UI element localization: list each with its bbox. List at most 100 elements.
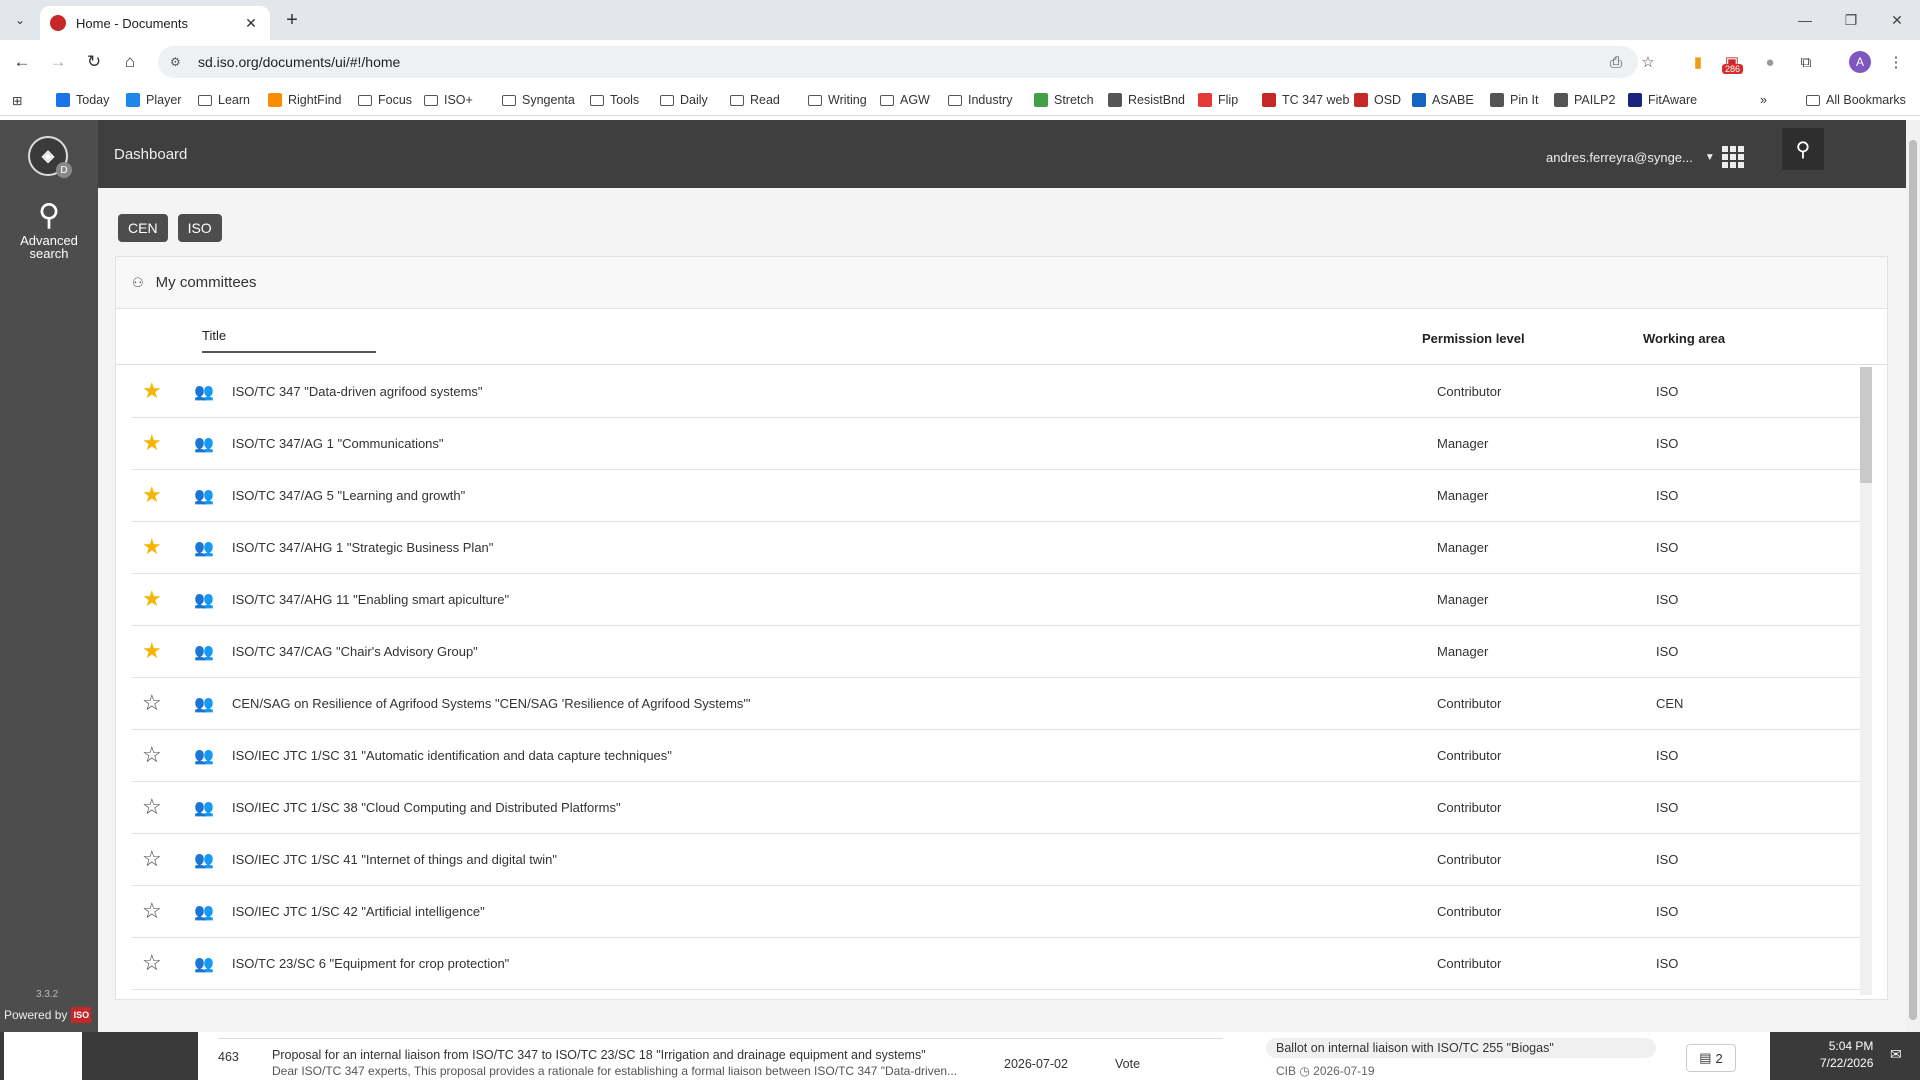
star-filled-icon[interactable]: ★ [142, 639, 162, 663]
bookmark-stretch[interactable]: Stretch [1034, 91, 1094, 109]
bookmark-pin-it[interactable]: Pin It [1490, 91, 1539, 109]
committee-title[interactable]: ISO/TC 347/AG 5 "Learning and growth" [232, 488, 465, 503]
star-filled-icon[interactable]: ★ [142, 587, 162, 611]
system-clock[interactable]: 5:04 PM 7/22/2026 [1820, 1038, 1873, 1072]
bookmark-rightfind[interactable]: RightFind [268, 91, 342, 109]
reload-icon[interactable]: ↻ [82, 50, 106, 74]
bookmark-asabe[interactable]: ASABE [1412, 91, 1474, 109]
committee-row[interactable]: ☆ 👥 ISO/IEC JTC 1/SC 38 "Cloud Computing a… [132, 782, 1872, 834]
star-outline-icon[interactable]: ☆ [142, 795, 162, 819]
star-filled-icon[interactable]: ★ [142, 379, 162, 403]
committee-title[interactable]: ISO/IEC JTC 1/SC 41 "Internet of things … [232, 852, 557, 867]
site-info-icon[interactable]: ⚙ [170, 55, 186, 69]
committee-row[interactable]: ★ 👥 ISO/TC 347 "Data-driven agrifood syste… [132, 366, 1872, 418]
ballot-documents-button[interactable]: ▤ 2 [1686, 1044, 1736, 1072]
committee-title[interactable]: ISO/IEC JTC 1/SC 38 "Cloud Computing and… [232, 800, 621, 815]
bookmark-writing[interactable]: Writing [808, 91, 867, 109]
notification-icon[interactable]: ✉ [1890, 1046, 1902, 1063]
ballot-card[interactable]: Ballot on internal liaison with ISO/TC 2… [1250, 1032, 1770, 1080]
filter-chip-iso[interactable]: ISO [177, 214, 222, 242]
powered-by[interactable]: Powered by ISO [4, 1007, 92, 1023]
committee-title[interactable]: ISO/IEC JTC 1/SC 31 "Automatic identific… [232, 748, 672, 763]
bookmark-tc-347-web[interactable]: TC 347 web [1262, 91, 1349, 109]
apps-grid-icon[interactable] [1722, 146, 1744, 168]
recent-item-card[interactable]: 463 Proposal for an internal liaison fro… [198, 1032, 1250, 1080]
column-header-working-area[interactable]: Working area [1643, 331, 1725, 346]
more-bookmarks-chevron-icon[interactable]: » [1760, 91, 1767, 109]
committee-title[interactable]: CEN/SAG on Resilience of Agrifood System… [232, 696, 751, 711]
committee-row[interactable]: ★ 👥 ISO/TC 347/AHG 11 "Enabling smart apic… [132, 574, 1872, 626]
bookmark-focus[interactable]: Focus [358, 91, 412, 109]
committee-title[interactable]: ISO/IEC JTC 1/SC 42 "Artificial intellig… [232, 904, 485, 919]
committee-row[interactable]: ★ 👥 ISO/TC 347/AG 1 "Communications" Manage… [132, 418, 1872, 470]
committee-row[interactable]: ☆ 👥 ISO/IEC JTC 1/SC 42 "Artificial intell… [132, 886, 1872, 938]
home-icon[interactable]: ⌂ [118, 50, 142, 74]
bookmark-agw[interactable]: AGW [880, 91, 930, 109]
back-arrow-icon[interactable]: ← [10, 50, 34, 74]
bookmark-osd[interactable]: OSD [1354, 91, 1401, 109]
bookmark-resistbnd[interactable]: ResistBnd [1108, 91, 1185, 109]
browser-tab-active[interactable]: Home - Documents ✕ [40, 6, 270, 40]
star-filled-icon[interactable]: ★ [142, 535, 162, 559]
bookmark-today[interactable]: Today [56, 91, 109, 109]
table-scrollbar-thumb[interactable] [1860, 367, 1872, 483]
advanced-search-button[interactable]: ⚲ Advanced search [0, 198, 98, 260]
all-bookmarks[interactable]: All Bookmarks [1806, 91, 1906, 109]
committee-title[interactable]: ISO/TC 347 "Data-driven agrifood systems… [232, 384, 483, 399]
committee-row[interactable]: ★ 👥 ISO/TC 347/AG 5 "Learning and growth" M… [132, 470, 1872, 522]
star-outline-icon[interactable]: ☆ [142, 899, 162, 923]
star-outline-icon[interactable]: ☆ [142, 691, 162, 715]
committee-row[interactable]: ☆ 👥 ISO/IEC JTC 1/SC 41 "Internet of thing… [132, 834, 1872, 886]
ballot-title[interactable]: Ballot on internal liaison with ISO/TC 2… [1266, 1038, 1656, 1058]
bookmark-learn[interactable]: Learn [198, 91, 250, 109]
committee-row[interactable]: ☆ 👥 ISO/TC 23/SC 6 "Equipment for crop pro… [132, 938, 1872, 990]
bookmark-daily[interactable]: Daily [660, 91, 708, 109]
bookmark-pailp2[interactable]: PAILP2 [1554, 91, 1615, 109]
search-icon[interactable]: ⚲ [1782, 128, 1824, 170]
committee-row[interactable]: ☆ 👥 ISO/IEC JTC 1/SC 31 "Automatic identif… [132, 730, 1872, 782]
committee-row[interactable]: ★ 👥 ISO/TC 347/AHG 1 "Strategic Business P… [132, 522, 1872, 574]
bookmark-tools[interactable]: Tools [590, 91, 639, 109]
committee-title[interactable]: ISO/TC 23/SC 6 "Equipment for crop prote… [232, 956, 509, 971]
browser-menu-icon[interactable]: ⋮ [1884, 50, 1908, 74]
tab-search-chevron-icon[interactable]: ⌄ [8, 8, 32, 32]
bookmark-industry[interactable]: Industry [948, 91, 1012, 109]
address-bar[interactable]: ⚙ sd.iso.org/documents/ui/#!/home [158, 46, 1638, 78]
forward-arrow-icon[interactable]: → [46, 50, 70, 74]
user-menu[interactable]: andres.ferreyra@synge... ▼ [1546, 150, 1715, 165]
committee-title[interactable]: ISO/TC 347/CAG "Chair's Advisory Group" [232, 644, 478, 659]
column-header-title[interactable]: Title [202, 328, 376, 353]
bookmark-fitaware[interactable]: FitAware [1628, 91, 1697, 109]
page-scrollbar-thumb[interactable] [1909, 140, 1917, 1020]
bookmark-read[interactable]: Read [730, 91, 780, 109]
minimize-window-icon[interactable]: — [1782, 0, 1828, 40]
committee-title[interactable]: ISO/TC 347/AHG 1 "Strategic Business Pla… [232, 540, 493, 555]
extension-bookmark-icon[interactable]: ▮ [1686, 50, 1710, 74]
apps-grid-icon[interactable]: ⊞ [12, 91, 22, 109]
bookmark-iso-[interactable]: ISO+ [424, 91, 473, 109]
star-filled-icon[interactable]: ★ [142, 483, 162, 507]
star-outline-icon[interactable]: ☆ [142, 847, 162, 871]
tab-close-icon[interactable]: ✕ [242, 14, 260, 32]
committee-title[interactable]: ISO/TC 347/AHG 11 "Enabling smart apicul… [232, 592, 509, 607]
star-outline-icon[interactable]: ☆ [142, 743, 162, 767]
extensions-puzzle-icon[interactable]: ⧉ [1794, 50, 1818, 74]
committee-row[interactable]: ☆ 👥 CEN/SAG on Resilience of Agrifood Syst… [132, 678, 1872, 730]
page-scrollbar[interactable] [1906, 120, 1920, 1032]
star-filled-icon[interactable]: ★ [142, 431, 162, 455]
new-tab-plus-icon[interactable]: + [280, 8, 304, 32]
bookmark-syngenta[interactable]: Syngenta [502, 91, 575, 109]
column-header-permission[interactable]: Permission level [1422, 331, 1525, 346]
restore-window-icon[interactable]: ❐ [1828, 0, 1874, 40]
star-outline-icon[interactable]: ☆ [142, 951, 162, 975]
item-title[interactable]: Proposal for an internal liaison from IS… [272, 1048, 926, 1062]
filter-chip-cen[interactable]: CEN [118, 214, 168, 242]
committee-title[interactable]: ISO/TC 347/AG 1 "Communications" [232, 436, 444, 451]
install-app-icon[interactable]: ⎙ [1604, 50, 1628, 74]
bookmark-player[interactable]: Player [126, 91, 181, 109]
profile-avatar[interactable]: A [1849, 51, 1871, 73]
close-window-icon[interactable]: ✕ [1874, 0, 1920, 40]
extension-circle-icon[interactable]: ● [1758, 50, 1782, 74]
bookmark-flip[interactable]: Flip [1198, 91, 1238, 109]
committee-row[interactable]: ★ 👥 ISO/TC 347/CAG "Chair's Advisory Group… [132, 626, 1872, 678]
